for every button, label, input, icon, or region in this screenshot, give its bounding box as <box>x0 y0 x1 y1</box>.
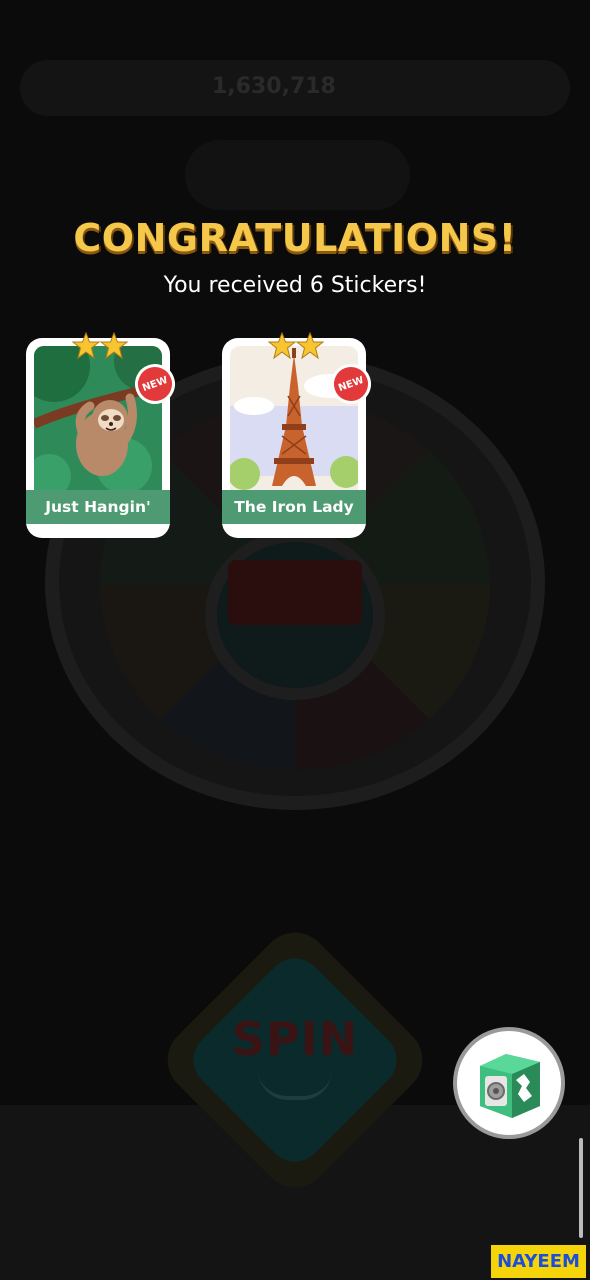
star-rating-icon <box>268 332 324 360</box>
wheel-hub-prize <box>228 560 362 625</box>
sticker-name: The Iron Lady <box>222 490 366 524</box>
sticker-card-just-hangin[interactable]: Just Hangin' NEW <box>26 332 181 538</box>
scrollbar[interactable] <box>579 1138 583 1238</box>
watermark: NAYEEM <box>491 1245 586 1278</box>
sticker-vault-button[interactable] <box>453 1027 565 1139</box>
cash-balance: 1,630,718 <box>212 74 336 99</box>
congratulations-title: CONGRATULATIONS! <box>73 216 517 260</box>
sticker-card-the-iron-lady[interactable]: The Iron Lady NEW <box>222 332 377 538</box>
vault-safe-icon <box>480 1054 540 1118</box>
top-panel <box>185 140 410 210</box>
star-rating-icon <box>72 332 128 360</box>
sticker-name: Just Hangin' <box>26 490 170 524</box>
stickers-received-text: You received 6 Stickers! <box>163 273 427 298</box>
